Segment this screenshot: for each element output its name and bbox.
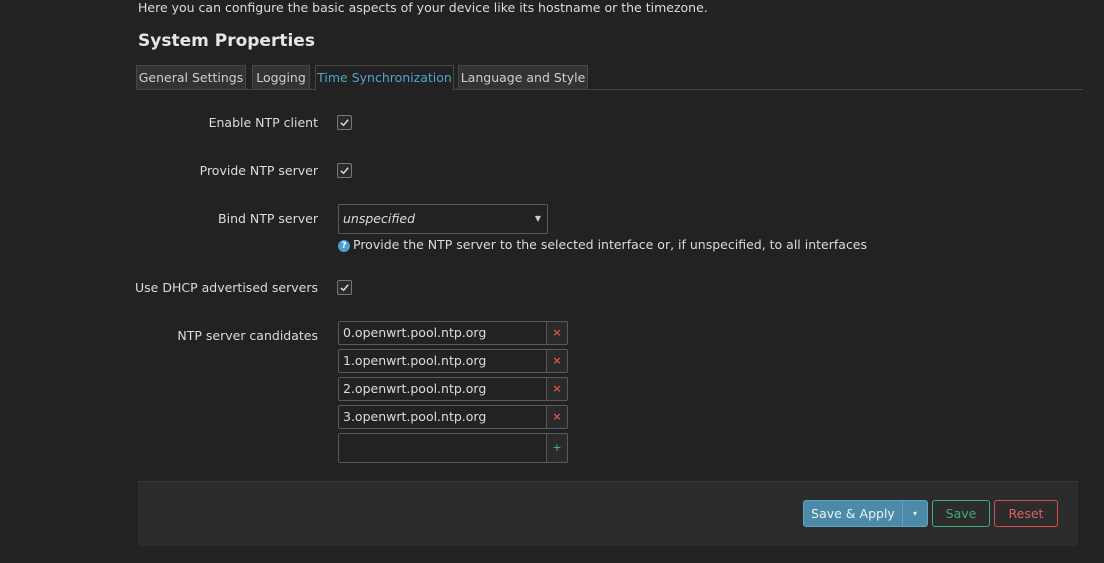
remove-candidate-button[interactable]: × bbox=[546, 321, 568, 345]
remove-candidate-button[interactable]: × bbox=[546, 405, 568, 429]
check-icon bbox=[340, 284, 349, 292]
select-value: unspecified bbox=[343, 211, 416, 226]
ntp-candidate-row: 2.openwrt.pool.ntp.org × bbox=[338, 377, 568, 401]
enable-ntp-client-checkbox[interactable] bbox=[337, 115, 352, 130]
ntp-candidate-new-input[interactable] bbox=[338, 433, 547, 463]
form-actions: Save & Apply ▾ Save Reset bbox=[138, 481, 1078, 546]
use-dhcp-servers-label: Use DHCP advertised servers bbox=[135, 280, 318, 295]
tab-bar: General Settings Logging Time Synchroniz… bbox=[136, 65, 1083, 90]
ntp-candidate-row: 3.openwrt.pool.ntp.org × bbox=[338, 405, 568, 429]
ntp-candidate-row: 0.openwrt.pool.ntp.org × bbox=[338, 321, 568, 345]
save-apply-dropdown-button[interactable]: ▾ bbox=[902, 500, 928, 527]
check-icon bbox=[340, 167, 349, 175]
provide-ntp-server-label: Provide NTP server bbox=[199, 163, 318, 178]
save-button[interactable]: Save bbox=[932, 500, 990, 527]
help-text: Provide the NTP server to the selected i… bbox=[353, 237, 868, 252]
use-dhcp-servers-checkbox[interactable] bbox=[337, 280, 352, 295]
remove-candidate-button[interactable]: × bbox=[546, 349, 568, 373]
help-circle-icon: ? bbox=[338, 240, 350, 252]
save-apply-button[interactable]: Save & Apply bbox=[803, 500, 903, 527]
remove-candidate-button[interactable]: × bbox=[546, 377, 568, 401]
tab-language-and-style[interactable]: Language and Style bbox=[458, 65, 588, 89]
provide-ntp-server-checkbox[interactable] bbox=[337, 163, 352, 178]
bind-ntp-server-select[interactable]: unspecified ▼ bbox=[338, 204, 548, 234]
section-title: System Properties bbox=[138, 31, 315, 51]
add-candidate-button[interactable]: + bbox=[546, 433, 568, 463]
reset-button[interactable]: Reset bbox=[994, 500, 1058, 527]
page-description: Here you can configure the basic aspects… bbox=[138, 0, 708, 15]
ntp-candidate-input[interactable]: 3.openwrt.pool.ntp.org bbox=[338, 405, 547, 429]
tab-time-synchronization[interactable]: Time Synchronization bbox=[315, 65, 454, 90]
check-icon bbox=[340, 119, 349, 127]
enable-ntp-client-label: Enable NTP client bbox=[208, 115, 318, 130]
ntp-candidates-label: NTP server candidates bbox=[177, 328, 318, 343]
tab-general-settings[interactable]: General Settings bbox=[136, 65, 246, 89]
ntp-candidate-row: 1.openwrt.pool.ntp.org × bbox=[338, 349, 568, 373]
ntp-candidate-input[interactable]: 1.openwrt.pool.ntp.org bbox=[338, 349, 547, 373]
ntp-candidate-new-row: + bbox=[338, 433, 568, 463]
chevron-down-icon: ▼ bbox=[534, 214, 541, 223]
bind-ntp-server-label: Bind NTP server bbox=[218, 211, 318, 226]
tab-logging[interactable]: Logging bbox=[252, 65, 310, 89]
bind-ntp-server-help: ? Provide the NTP server to the selected … bbox=[338, 237, 867, 252]
ntp-candidate-input[interactable]: 2.openwrt.pool.ntp.org bbox=[338, 377, 547, 401]
ntp-candidate-input[interactable]: 0.openwrt.pool.ntp.org bbox=[338, 321, 547, 345]
